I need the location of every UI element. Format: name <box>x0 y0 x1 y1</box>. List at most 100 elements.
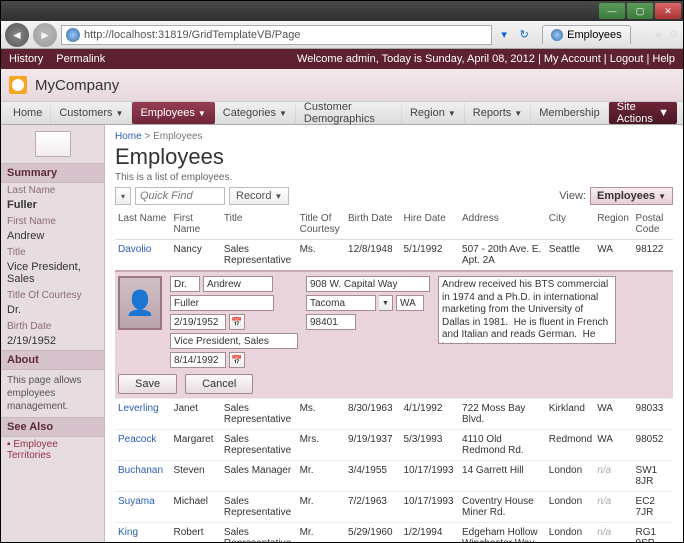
address-input[interactable] <box>306 276 430 292</box>
calendar-icon[interactable]: 📅 <box>229 314 245 330</box>
chevron-down-icon: ▼ <box>658 107 669 119</box>
lastname-input[interactable] <box>170 295 274 311</box>
page-subtitle: This is a list of employees. <box>115 172 673 183</box>
table-row[interactable]: King RobertSales RepresentativeMr. 5/29/… <box>115 523 673 543</box>
browser-toolbar: ◄ ► http://localhost:31819/GridTemplateV… <box>1 21 683 49</box>
lastname-link[interactable]: Suyama <box>118 496 155 507</box>
save-button[interactable]: Save <box>118 374 177 394</box>
seealso-heading: See Also <box>1 417 104 437</box>
col-region[interactable]: Region <box>594 209 632 240</box>
title-input[interactable] <box>170 333 298 349</box>
table-row[interactable]: Peacock MargaretSales RepresentativeMrs.… <box>115 430 673 461</box>
about-text: This page allows employees management. <box>1 370 104 417</box>
birthdate-input[interactable] <box>170 314 226 330</box>
col-city[interactable]: City <box>546 209 594 240</box>
lastname-link[interactable]: Leverling <box>118 403 159 414</box>
menu-reports[interactable]: Reports▼ <box>465 102 531 124</box>
breadcrumb-home[interactable]: Home <box>115 131 142 142</box>
reload-button[interactable]: ↻ <box>516 27 532 43</box>
home-icon[interactable]: ⌂ <box>641 28 648 41</box>
menu-customer-demographics[interactable]: Customer Demographics <box>296 102 402 124</box>
col-hiredate[interactable]: Hire Date <box>401 209 460 240</box>
globe-icon <box>66 28 80 42</box>
logo-icon <box>9 76 27 94</box>
permalink-link[interactable]: Permalink <box>56 53 105 65</box>
lastname-link[interactable]: Buchanan <box>118 465 163 476</box>
history-link[interactable]: History <box>9 53 43 65</box>
chevron-down-icon: ▼ <box>514 109 522 118</box>
about-heading: About <box>1 350 104 370</box>
browser-tab[interactable]: Employees <box>542 25 630 44</box>
back-button[interactable]: ◄ <box>5 23 29 47</box>
help-link[interactable]: Help <box>652 53 675 65</box>
menu-membership[interactable]: Membership <box>531 102 609 124</box>
city-input[interactable] <box>306 295 376 311</box>
lastname-link[interactable]: King <box>118 527 138 538</box>
edit-row: 👤 📅 📅 ▼ And <box>115 271 673 399</box>
app-topbar: History Permalink Welcome admin, Today i… <box>1 49 683 69</box>
col-firstname[interactable]: First Name <box>170 209 220 240</box>
cancel-button[interactable]: Cancel <box>185 374 253 394</box>
window-titlebar: — ▢ ✕ <box>1 1 683 21</box>
site-actions-button[interactable]: Site Actions▼ <box>609 102 677 124</box>
tab-title: Employees <box>567 29 621 41</box>
chevron-down-icon: ▼ <box>198 109 206 118</box>
table-row[interactable]: Leverling JanetSales RepresentativeMs. 8… <box>115 399 673 430</box>
grid-menu-button[interactable]: ▾ <box>115 187 131 205</box>
summary-value: Fuller <box>1 198 104 214</box>
menu-customers[interactable]: Customers▼ <box>51 102 132 124</box>
col-title[interactable]: Title <box>221 209 297 240</box>
summary-value: 2/19/1952 <box>1 334 104 350</box>
menu-employees[interactable]: Employees▼ <box>132 102 214 124</box>
calendar-icon[interactable]: 📅 <box>229 352 245 368</box>
notes-textarea[interactable]: Andrew received his BTS commercial in 19… <box>438 276 616 344</box>
col-lastname[interactable]: Last Name <box>115 209 170 240</box>
table-row[interactable]: Suyama MichaelSales RepresentativeMr. 7/… <box>115 492 673 523</box>
sidebar: Summary Last Name Fuller First Name Andr… <box>1 125 105 542</box>
lastname-link[interactable]: Peacock <box>118 434 156 445</box>
menu-home[interactable]: Home <box>5 102 51 124</box>
chevron-down-icon: ▼ <box>279 109 287 118</box>
globe-icon <box>551 29 563 41</box>
url-bar[interactable]: http://localhost:31819/GridTemplateVB/Pa… <box>61 25 492 45</box>
main-menu: Home Customers▼ Employees▼ Categories▼ C… <box>1 101 683 125</box>
summary-label: Birth Date <box>1 319 104 334</box>
col-postalcode[interactable]: Postal Code <box>633 209 673 240</box>
welcome-text: Welcome admin, Today is Sunday, April 08… <box>297 53 535 65</box>
view-selector[interactable]: Employees▼ <box>590 187 673 205</box>
seealso-link[interactable]: Employee Territories <box>1 437 104 463</box>
company-name: MyCompany <box>35 77 119 94</box>
window-close-button[interactable]: ✕ <box>655 3 681 19</box>
col-address[interactable]: Address <box>459 209 546 240</box>
table-row[interactable]: Buchanan StevenSales ManagerMr. 3/4/1955… <box>115 461 673 492</box>
summary-value: Vice President, Sales <box>1 260 104 288</box>
myaccount-link[interactable]: My Account <box>544 53 601 65</box>
hiredate-input[interactable] <box>170 352 226 368</box>
url-text: http://localhost:31819/GridTemplateVB/Pa… <box>84 29 300 41</box>
col-toc[interactable]: Title Of Courtesy <box>297 209 345 240</box>
main-content: Home > Employees Employees This is a lis… <box>105 125 683 542</box>
quickfind-input[interactable] <box>135 187 225 205</box>
menu-region[interactable]: Region▼ <box>402 102 465 124</box>
view-label: View: <box>559 190 586 202</box>
firstname-input[interactable] <box>203 276 273 292</box>
forward-button[interactable]: ► <box>33 23 57 47</box>
toc-input[interactable] <box>170 276 200 292</box>
postalcode-input[interactable] <box>306 314 356 330</box>
gear-icon[interactable]: ⚙ <box>669 28 679 41</box>
city-dropdown-icon[interactable]: ▼ <box>379 295 393 311</box>
grid-header-row: Last Name First Name Title Title Of Cour… <box>115 209 673 240</box>
chevron-down-icon: ▼ <box>116 109 124 118</box>
window-maximize-button[interactable]: ▢ <box>627 3 653 19</box>
url-dropdown-icon[interactable]: ▾ <box>496 27 512 43</box>
region-input[interactable] <box>396 295 424 311</box>
lastname-link[interactable]: Davolio <box>118 244 151 255</box>
table-row[interactable]: Davolio NancySales RepresentativeMs. 12/… <box>115 240 673 272</box>
window-minimize-button[interactable]: — <box>599 3 625 19</box>
record-button[interactable]: Record▼ <box>229 187 289 205</box>
logout-link[interactable]: Logout <box>610 53 644 65</box>
col-birthdate[interactable]: Birth Date <box>345 209 400 240</box>
menu-categories[interactable]: Categories▼ <box>215 102 296 124</box>
summary-value: Andrew <box>1 229 104 245</box>
favorite-icon[interactable]: ★ <box>653 28 663 41</box>
